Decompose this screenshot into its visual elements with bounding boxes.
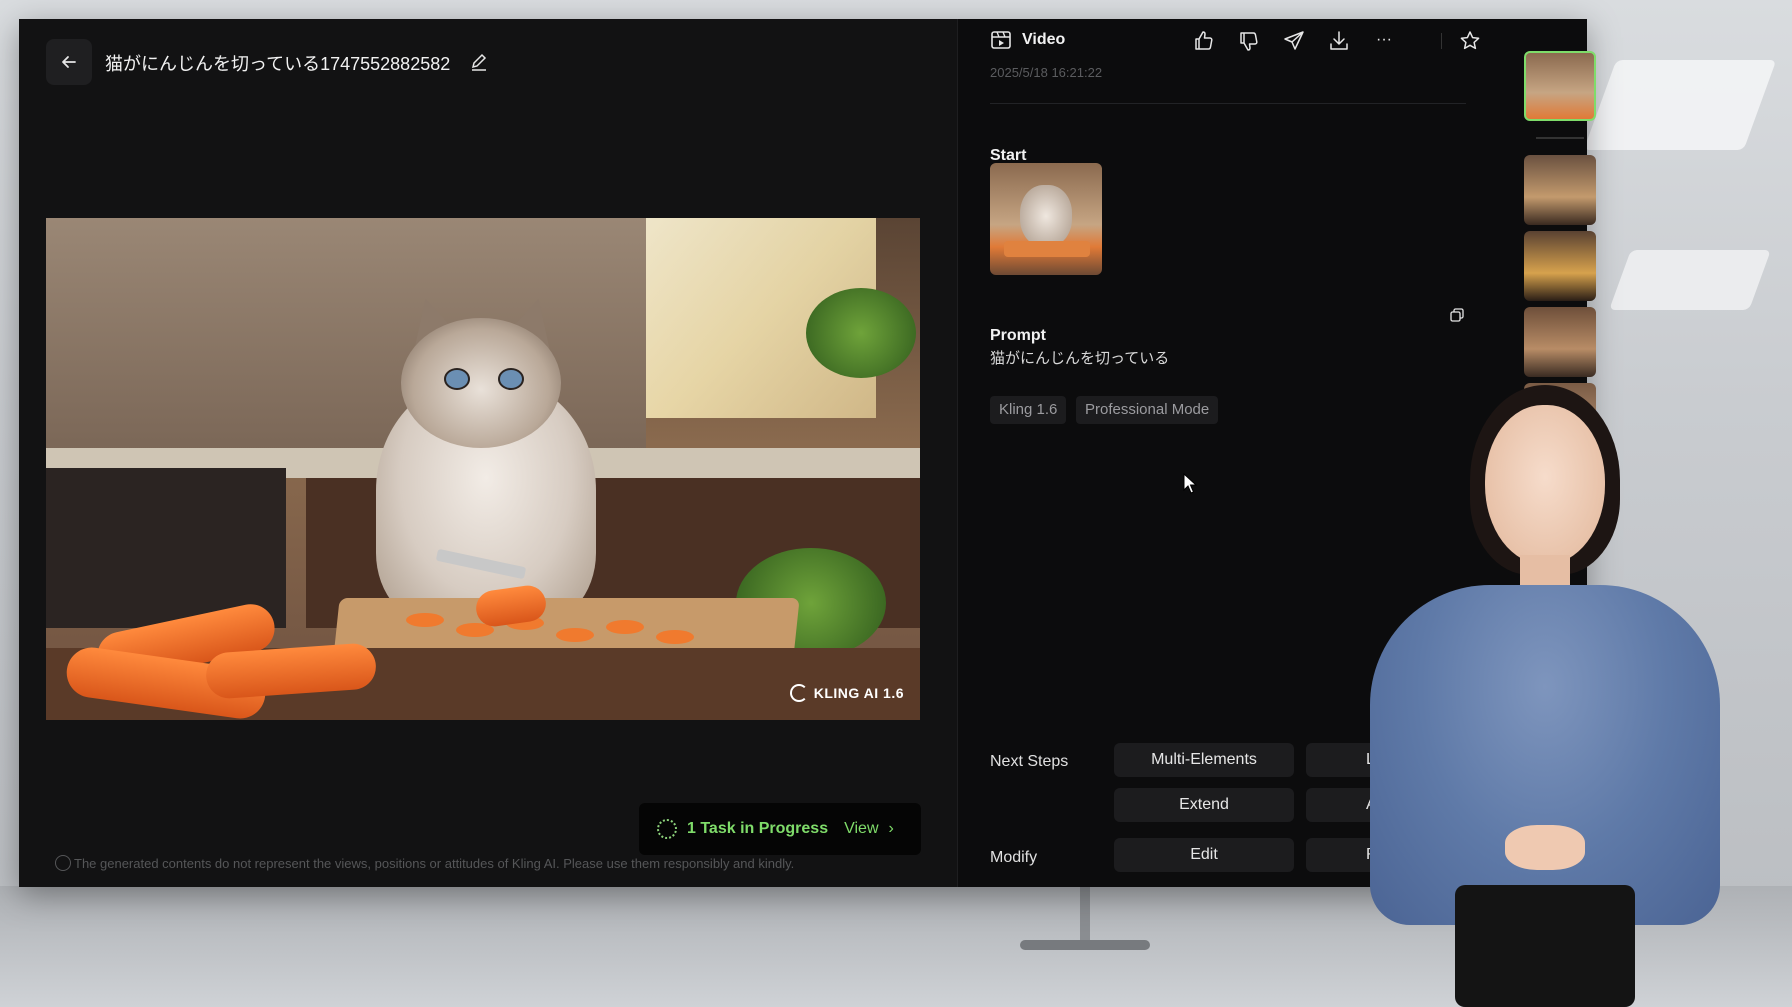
presenter-hands — [1505, 825, 1585, 870]
history-thumbnail[interactable] — [1524, 307, 1596, 377]
chair-stem — [1080, 886, 1090, 946]
action-toolbar: ··· — [1192, 29, 1396, 53]
presenter-sweater — [1370, 585, 1720, 925]
page-title: 猫がにんじんを切っている1747552882582 — [105, 54, 451, 74]
cat-eye — [498, 368, 524, 390]
history-thumbnail-strip — [1524, 51, 1596, 431]
task-progress-banner[interactable]: 1 Task in Progress View › — [639, 803, 921, 855]
task-progress-text: 1 Task in Progress — [687, 820, 829, 837]
presenter-legs — [1455, 885, 1635, 1007]
history-thumbnail[interactable] — [1524, 231, 1596, 301]
back-button[interactable] — [46, 39, 92, 85]
carrot-slice — [556, 628, 594, 642]
edit-pencil-icon[interactable] — [469, 52, 489, 72]
mouse-cursor-icon — [1183, 473, 1198, 494]
thumb-board — [1004, 241, 1090, 257]
strip-separator — [1536, 137, 1584, 139]
download-icon[interactable] — [1327, 29, 1351, 53]
arrow-left-icon — [62, 56, 76, 68]
edit-button[interactable]: Edit — [1114, 838, 1294, 872]
studio-light-panel — [1583, 60, 1777, 150]
carrot-slice — [656, 630, 694, 644]
info-icon — [55, 855, 71, 871]
chair-base — [1020, 940, 1150, 950]
thumbs-down-icon[interactable] — [1237, 29, 1261, 53]
chevron-right-icon: › — [888, 820, 894, 837]
toolbar-separator — [1441, 33, 1442, 49]
multi-elements-button[interactable]: Multi-Elements — [1114, 743, 1294, 777]
carrot-slice — [606, 620, 644, 634]
kling-watermark: KLING AI 1.6 — [789, 684, 904, 702]
kling-logo-icon — [789, 684, 808, 702]
thumbs-up-icon[interactable] — [1192, 29, 1216, 53]
presenter-face — [1485, 405, 1605, 565]
studio-light-panel — [1609, 250, 1771, 310]
task-view-link[interactable]: View — [844, 820, 878, 838]
created-date: 2025/5/18 16:21:22 — [990, 65, 1103, 80]
prompt-text: 猫がにんじんを切っている — [990, 350, 1170, 367]
mode-tag: Professional Mode — [1076, 396, 1219, 424]
video-player[interactable]: KLING AI 1.6 — [46, 218, 920, 720]
app-window: 猫がにんじんを切っている1747552882582 KLING AI 1.6 1… — [19, 19, 1596, 887]
spinner-icon — [657, 819, 677, 839]
modify-label: Modify — [990, 849, 1038, 866]
presenter-figure — [1360, 385, 1730, 1007]
more-icon[interactable]: ··· — [1372, 29, 1396, 53]
history-thumbnail[interactable] — [1524, 155, 1596, 225]
header-divider — [990, 103, 1466, 104]
start-frame-thumbnail[interactable] — [990, 163, 1102, 275]
prompt-label: Prompt — [990, 327, 1046, 344]
disclaimer-text: The generated contents do not represent … — [74, 856, 795, 871]
video-preview-pane: 猫がにんじんを切っている1747552882582 KLING AI 1.6 1… — [19, 19, 957, 887]
history-thumbnail-active[interactable] — [1524, 51, 1596, 121]
cat-eye — [444, 368, 470, 390]
model-tag: Kling 1.6 — [990, 396, 1067, 424]
cat-head — [401, 318, 561, 448]
carrot-slice — [406, 613, 444, 627]
scene-greens — [806, 288, 916, 378]
extend-button[interactable]: Extend — [1114, 788, 1294, 822]
star-icon[interactable] — [1458, 29, 1482, 53]
next-steps-label: Next Steps — [990, 753, 1069, 770]
detail-type-label: Video — [1022, 31, 1066, 48]
send-icon[interactable] — [1282, 29, 1306, 53]
copy-icon[interactable] — [1449, 307, 1465, 323]
thumb-cat — [1020, 185, 1072, 247]
watermark-text: KLING AI 1.6 — [813, 685, 904, 701]
video-clapper-icon — [991, 31, 1011, 49]
